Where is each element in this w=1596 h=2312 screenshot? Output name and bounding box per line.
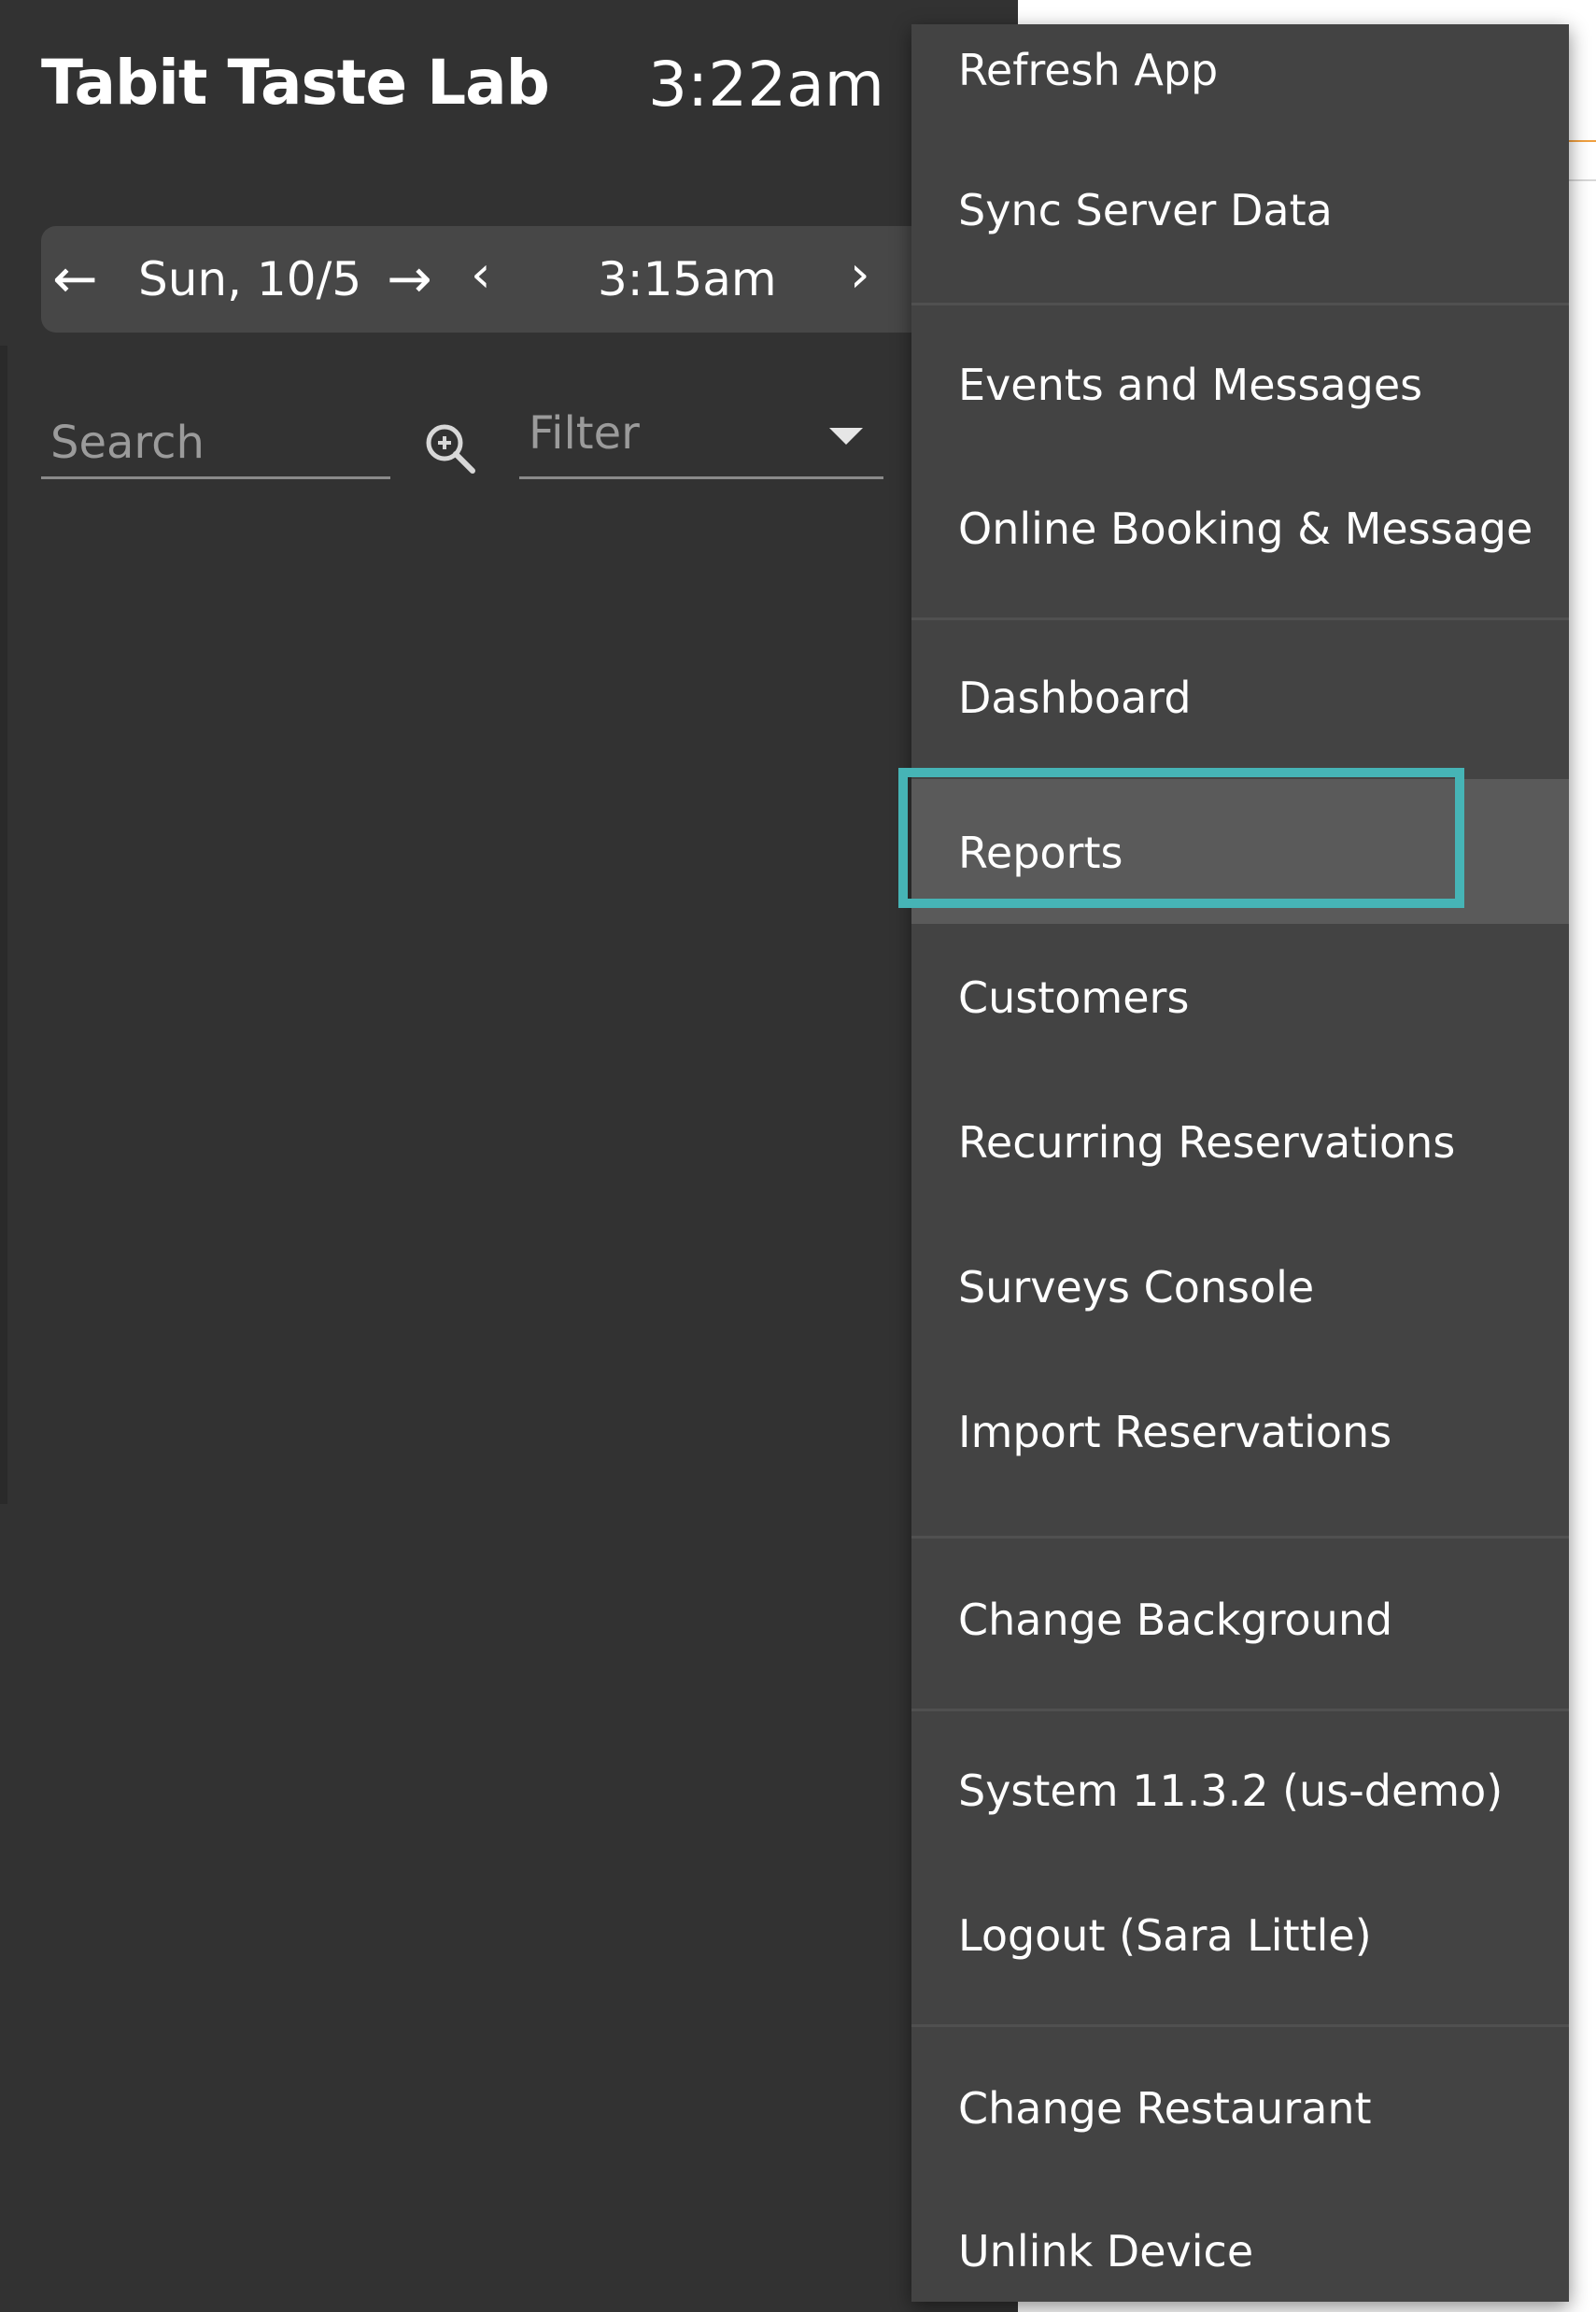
filter-label: Filter xyxy=(529,407,640,460)
menu-item-logout[interactable]: Logout (Sara Little) xyxy=(911,1856,1569,2024)
chevron-right-icon[interactable]: › xyxy=(850,245,870,304)
menu-item-label: Import Reservations xyxy=(958,1407,1392,1457)
menu-item-sync-server-data[interactable]: Sync Server Data xyxy=(911,164,1569,303)
chevron-left-icon[interactable]: ‹ xyxy=(471,245,491,304)
menu-item-label: Unlink Device xyxy=(958,2226,1254,2277)
menu-item-label: Online Booking & Message xyxy=(958,504,1533,554)
arrow-right-icon[interactable]: → xyxy=(387,247,432,310)
menu-item-system-version[interactable]: System 11.3.2 (us-demo) xyxy=(911,1711,1569,1856)
menu-item-label: Customers xyxy=(958,972,1190,1023)
menu-item-label: Refresh App xyxy=(958,45,1219,95)
zoom-in-icon[interactable] xyxy=(420,418,480,478)
menu-item-label: Surveys Console xyxy=(958,1262,1315,1312)
caret-down-icon xyxy=(829,428,863,445)
selected-time[interactable]: 3:15am xyxy=(598,252,777,306)
search-input[interactable] xyxy=(50,417,377,469)
panel-edge xyxy=(0,346,7,1504)
menu-item-refresh-app[interactable]: Refresh App xyxy=(911,24,1569,164)
current-time: 3:22am xyxy=(648,49,884,121)
menu-item-label: Recurring Reservations xyxy=(958,1117,1456,1168)
menu-item-unlink-device[interactable]: Unlink Device xyxy=(911,2172,1569,2302)
menu-item-label: System 11.3.2 (us-demo) xyxy=(958,1766,1504,1816)
menu-item-customers[interactable]: Customers xyxy=(911,924,1569,1069)
main-panel xyxy=(0,0,1018,2312)
arrow-left-icon[interactable]: ← xyxy=(52,247,98,310)
menu-item-change-background[interactable]: Change Background xyxy=(911,1539,1569,1709)
filter-select[interactable]: Filter xyxy=(519,402,883,479)
menu-item-label: Logout (Sara Little) xyxy=(958,1910,1372,1961)
menu-item-label: Sync Server Data xyxy=(958,185,1333,235)
menu-item-surveys-console[interactable]: Surveys Console xyxy=(911,1213,1569,1358)
search-field xyxy=(41,402,390,479)
menu-item-events-and-messages[interactable]: Events and Messages xyxy=(911,305,1569,449)
selection-highlight xyxy=(898,768,1464,908)
restaurant-name: Tabit Taste Lab xyxy=(41,47,550,119)
menu-item-label: Dashboard xyxy=(958,673,1192,723)
app-menu: Refresh App Sync Server Data Events and … xyxy=(911,24,1569,2302)
menu-item-label: Events and Messages xyxy=(958,360,1423,410)
menu-item-recurring-reservations[interactable]: Recurring Reservations xyxy=(911,1069,1569,1213)
menu-item-change-restaurant[interactable]: Change Restaurant xyxy=(911,2027,1569,2172)
selected-date[interactable]: Sun, 10/5 xyxy=(138,252,361,306)
menu-item-label: Change Background xyxy=(958,1595,1393,1645)
menu-item-import-reservations[interactable]: Import Reservations xyxy=(911,1358,1569,1536)
menu-item-label: Change Restaurant xyxy=(958,2083,1372,2134)
menu-item-dashboard[interactable]: Dashboard xyxy=(911,620,1569,779)
menu-item-online-booking[interactable]: Online Booking & Message xyxy=(911,449,1569,617)
